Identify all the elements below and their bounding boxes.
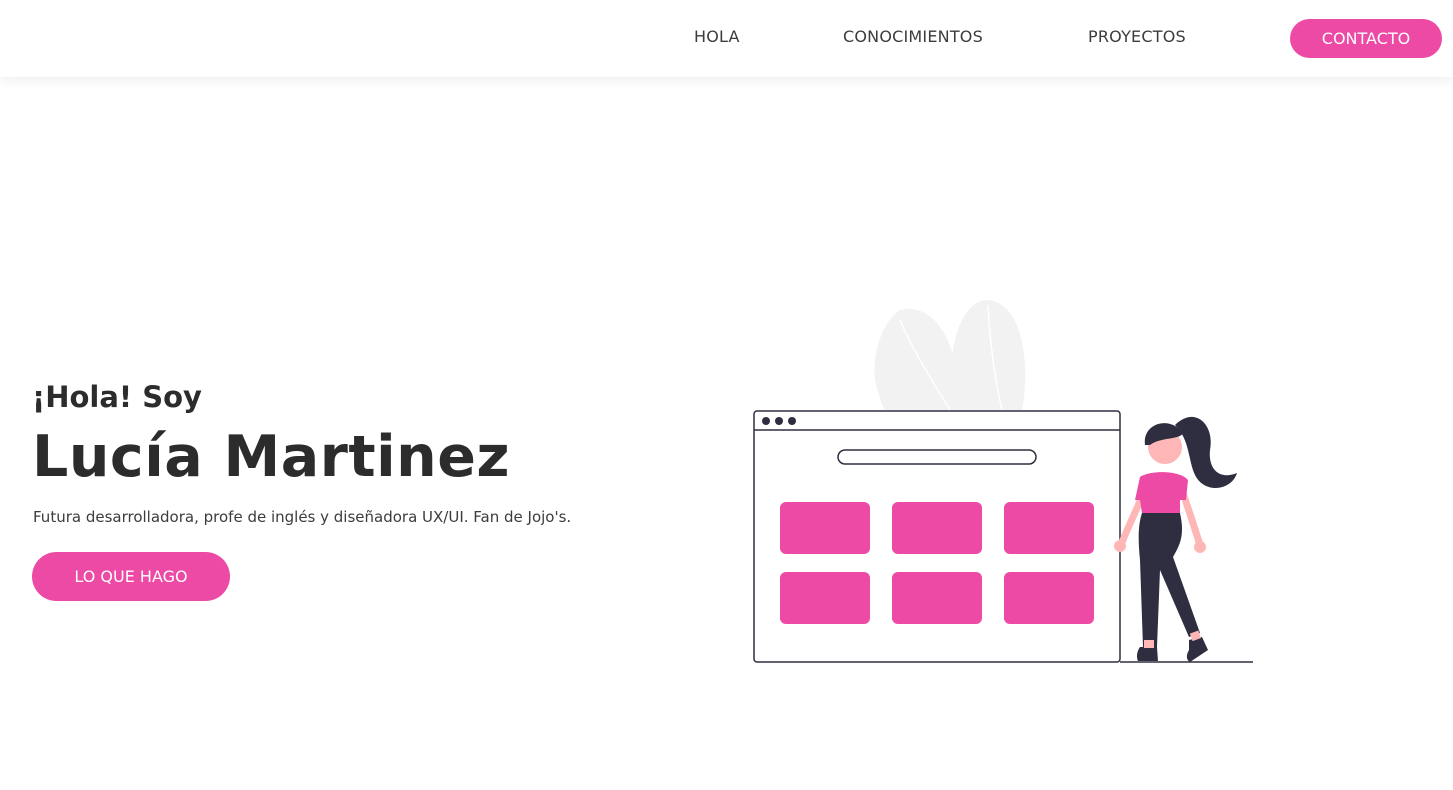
hero-illustration [753,300,1253,663]
navbar: HOLA CONOCIMIENTOS PROYECTOS CONTACTO [0,0,1453,77]
hero-greeting: ¡Hola! Soy [32,380,202,414]
lo-que-hago-button[interactable]: LO QUE HAGO [32,552,230,601]
hero-name: Lucía Martinez [32,424,511,490]
nav-link-proyectos[interactable]: PROYECTOS [1088,27,1186,46]
woman-figure-illustration [1114,416,1237,662]
nav-link-hola[interactable]: HOLA [694,27,740,46]
browser-window-illustration [753,410,1121,663]
leaf-plant-illustration [874,300,1026,411]
contact-button[interactable]: CONTACTO [1290,19,1442,58]
hero-tagline: Futura desarrolladora, profe de inglés y… [33,508,572,526]
nav-link-conocimientos[interactable]: CONOCIMIENTOS [843,27,983,46]
